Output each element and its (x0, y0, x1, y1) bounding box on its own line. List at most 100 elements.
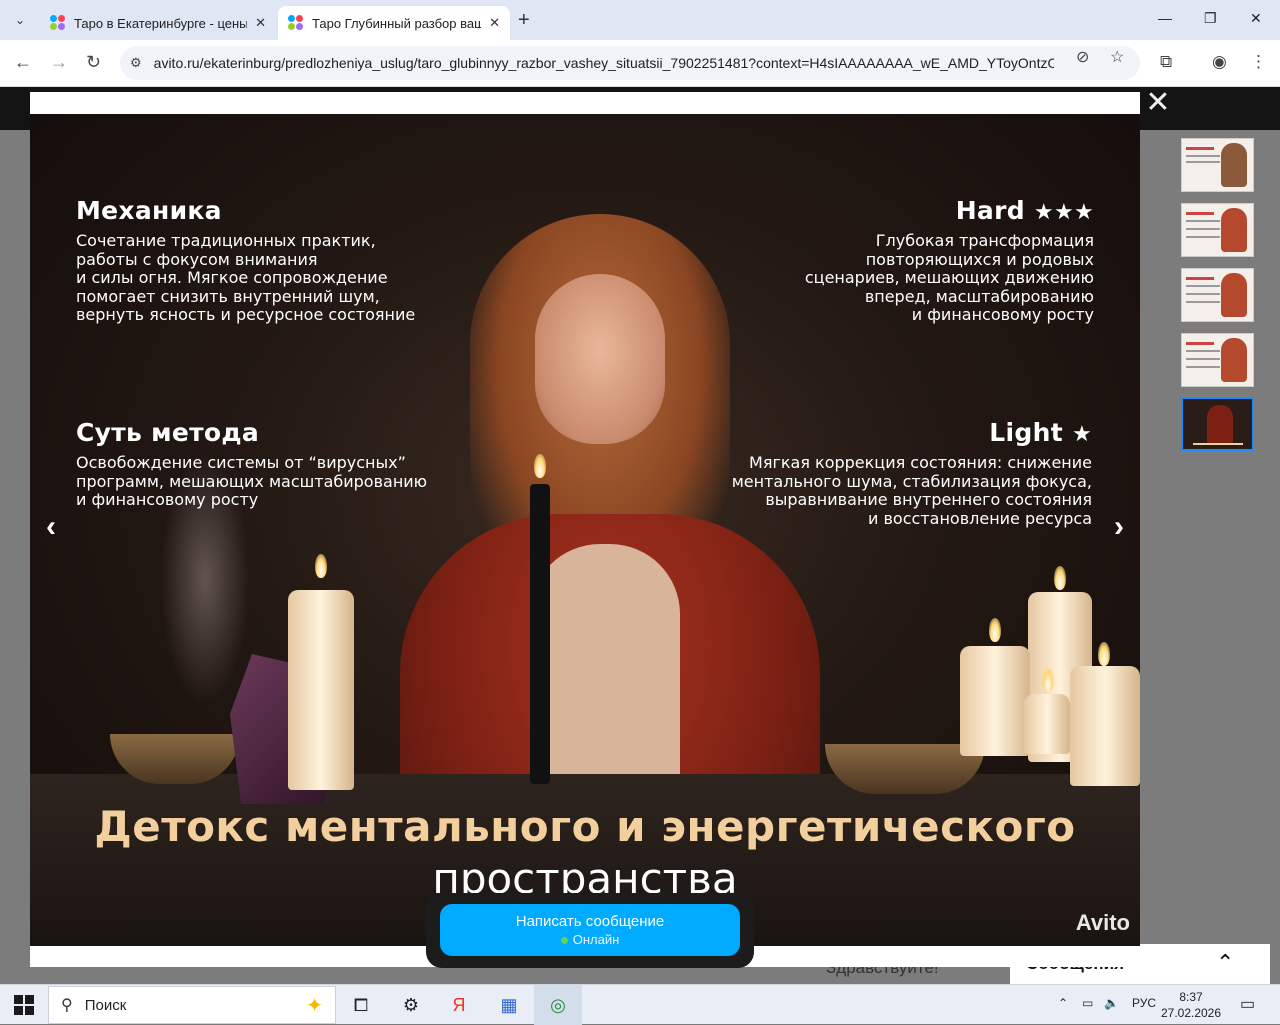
thumb-line (1186, 358, 1220, 360)
text-line: Освобождение системы от “вирусных” (76, 453, 406, 472)
thumb-line (1186, 236, 1220, 238)
gallery-thumbnail[interactable] (1181, 333, 1254, 387)
thumb-figure (1207, 405, 1233, 445)
new-tab-button[interactable]: + (518, 9, 530, 32)
browser-toolbar: ← → ↻ ⚙ avito.ru/ekaterinburg/predlozhen… (0, 40, 1280, 87)
thumb-line (1186, 350, 1220, 352)
text-line: и силы огня. Мягкое сопровождение (76, 268, 388, 288)
tab-taro-deep-review[interactable]: Таро Глубинный разбор ваше ✕ (278, 6, 510, 40)
yandex-browser-icon[interactable]: Я (446, 993, 472, 1017)
gallery-thumbnail[interactable] (1181, 138, 1254, 192)
app-grid-icon[interactable]: ▦ (496, 993, 522, 1017)
text-line: и финансовому росту (911, 305, 1094, 325)
photo-candle (960, 646, 1030, 756)
text-line: повторяющихся и родовых (865, 249, 1094, 269)
photo-candle (1024, 694, 1070, 754)
gallery-thumbnail[interactable] (1181, 268, 1254, 322)
gallery-prev-button[interactable]: ‹ (46, 510, 56, 544)
reload-icon[interactable]: ↻ (86, 52, 101, 73)
thumb-line (1186, 293, 1220, 295)
tab-close-icon[interactable]: ✕ (489, 15, 500, 31)
thumb-line (1186, 366, 1220, 368)
text-line: и восстановление ресурса (868, 508, 1092, 528)
gallery-thumbnail[interactable] (1181, 203, 1254, 257)
hard-title: Hard (955, 196, 1025, 225)
task-view-icon[interactable]: ⧠ (348, 993, 374, 1017)
bookmark-star-icon[interactable]: ☆ (1110, 47, 1124, 67)
taskbar: ⚲ Поиск ✦ ⧠ ⚙ Я ▦ ◎ ⌃ ▭ 🔈 РУС 8:37 27.02… (0, 984, 1280, 1025)
modal-top-bar (30, 92, 1140, 114)
tray-chevron-up-icon[interactable]: ⌃ (1058, 996, 1068, 1010)
thumb-line (1186, 301, 1220, 303)
gallery-thumbnail-selected[interactable] (1181, 397, 1254, 451)
text-line: Глубокая трансформация (875, 231, 1094, 250)
browser-menu-icon[interactable]: ⋮ (1250, 52, 1267, 72)
thumb-line (1186, 155, 1220, 157)
text-line: Сочетание традиционных практик, (76, 231, 376, 250)
star-rating-icon: ★ (1071, 422, 1092, 447)
light-title: Light (989, 418, 1063, 447)
notifications-icon[interactable]: ▭ (1240, 994, 1255, 1014)
photo-flame (1042, 668, 1054, 692)
tab-taro-ekaterinburg[interactable]: Таро в Екатеринбурге - цены и ✕ (40, 6, 276, 40)
input-language[interactable]: РУС (1132, 996, 1156, 1010)
photo-candle (1070, 666, 1140, 786)
address-bar[interactable]: ⚙ avito.ru/ekaterinburg/predlozheniya_us… (120, 46, 1140, 80)
site-info-icon[interactable]: ⚙ (130, 55, 142, 71)
extensions-icon[interactable]: ⧉ (1160, 52, 1172, 72)
forward-icon[interactable]: → (50, 52, 68, 73)
photo-flame (989, 618, 1001, 642)
chrome-icon[interactable]: ◎ (545, 993, 571, 1017)
photo-black-candle (530, 484, 550, 784)
mechanics-text: Сочетание традиционных практик, работы с… (76, 231, 415, 325)
tab-search-button[interactable]: ⌄ (8, 8, 32, 32)
thumb-line (1186, 161, 1220, 163)
chevron-up-icon[interactable]: ⌃ (1216, 950, 1234, 976)
tab-close-icon[interactable]: ✕ (255, 15, 266, 31)
hard-text: Глубокая трансформация повторяющихся и р… (805, 231, 1094, 325)
hard-title-row: Hard ★★★ (956, 196, 1094, 225)
thumb-line (1186, 228, 1220, 230)
method-title: Суть метода (76, 418, 260, 447)
tab-title: Таро в Екатеринбурге - цены и (74, 15, 248, 31)
text-line: Мягкая коррекция состояния: снижение (749, 453, 1092, 472)
photo-candle (288, 590, 354, 790)
windows-start-icon[interactable] (14, 995, 34, 1015)
photo-flame (1098, 642, 1110, 666)
thumb-figure (1221, 208, 1247, 252)
text-line: вперед, масштабированию (864, 286, 1094, 306)
gallery-next-button[interactable]: › (1114, 510, 1124, 544)
tracking-protection-icon[interactable]: ⊘ (1076, 47, 1089, 67)
text-line: выравнивание внутреннего состояния (765, 490, 1092, 510)
thumb-figure (1221, 143, 1247, 187)
text-line: ментального шума, стабилизация фокуса, (731, 471, 1092, 491)
photo-face (535, 274, 665, 444)
online-label: Онлайн (572, 932, 620, 947)
restore-icon[interactable]: ❐ (1204, 10, 1217, 27)
method-text: Освобождение системы от “вирусных” прогр… (76, 453, 427, 510)
copilot-sparkle-icon: ✦ (306, 995, 323, 1017)
text-line: помогает снизить внутренний шум, (76, 286, 380, 306)
thumb-figure (1221, 273, 1247, 317)
window-close-icon[interactable]: ✕ (1250, 10, 1262, 27)
thumb-line (1186, 277, 1214, 280)
gallery-close-button[interactable]: ✕ (1144, 88, 1172, 120)
text-line: работы с фокусом внимания (76, 249, 318, 269)
image-headline: Детокс ментального и энергетического (94, 802, 1076, 851)
settings-gear-icon[interactable]: ⚙ (398, 993, 424, 1017)
network-icon[interactable]: ▭ (1082, 996, 1093, 1010)
taskbar-clock[interactable]: 8:37 27.02.2026 (1160, 989, 1222, 1021)
volume-icon[interactable]: 🔈 (1104, 996, 1119, 1010)
thumb-line (1193, 443, 1243, 445)
clock-date: 27.02.2026 (1160, 1006, 1222, 1020)
mechanics-title: Механика (76, 196, 222, 225)
profile-icon[interactable]: ◉ (1212, 52, 1227, 72)
minimize-icon[interactable]: — (1158, 10, 1172, 26)
tab-strip: ⌄ Таро в Екатеринбурге - цены и ✕ Таро Г… (0, 0, 1280, 40)
photo-flame (1054, 566, 1066, 590)
write-message-button[interactable]: Написать сообщение Онлайн (440, 904, 740, 956)
taskbar-search[interactable]: ⚲ Поиск ✦ (48, 986, 336, 1024)
star-rating-icon: ★★★ (1033, 200, 1094, 225)
back-icon[interactable]: ← (14, 52, 32, 73)
thumb-line (1186, 342, 1214, 345)
